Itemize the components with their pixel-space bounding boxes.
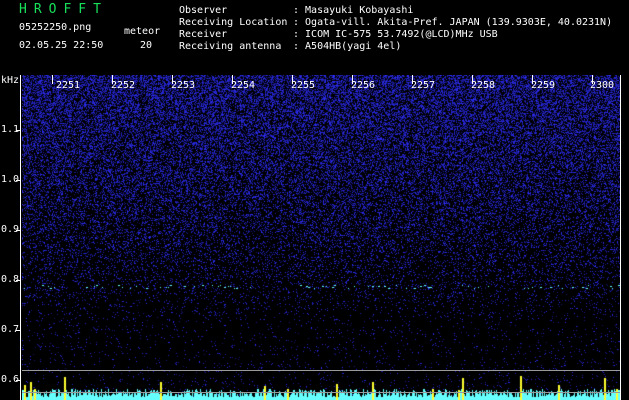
right-axis-line (620, 75, 621, 400)
y-major-tick (16, 330, 21, 331)
time-label-2256: 2256 (351, 80, 376, 91)
time-label-2258: 2258 (471, 80, 496, 91)
time-label-2257: 2257 (411, 80, 436, 91)
time-label-2253: 2253 (171, 80, 196, 91)
file-datetime: 02.05.25 22:50 (19, 40, 104, 51)
location-label: Receiving Location (179, 17, 288, 28)
time-tick (52, 75, 53, 84)
y-major-tick (16, 180, 21, 181)
receiver-label: Receiver (179, 29, 228, 40)
time-tick (592, 75, 593, 84)
observer-value: : Masayuki Kobayashi (293, 5, 414, 16)
y-axis-line (20, 75, 21, 400)
time-label-2251: 2251 (56, 80, 81, 91)
time-label-2300: 2300 (590, 80, 615, 91)
time-tick (472, 75, 473, 84)
level-reference-line (22, 392, 620, 393)
time-label-2259: 2259 (531, 80, 556, 91)
time-label-2252: 2252 (111, 80, 136, 91)
time-tick (292, 75, 293, 84)
hrofft-screen: HROFFT 05252250.png 02.05.25 22:50 meteo… (0, 0, 629, 400)
time-label-2254: 2254 (231, 80, 256, 91)
time-tick (112, 75, 113, 84)
y-major-tick (16, 230, 21, 231)
time-tick (232, 75, 233, 84)
y-major-tick (16, 280, 21, 281)
time-label-2255: 2255 (291, 80, 316, 91)
time-tick (172, 75, 173, 84)
y-major-tick (16, 380, 21, 381)
antenna-value: : A504HB(yagi 4el) (293, 41, 402, 52)
time-tick (352, 75, 353, 84)
level-reference-line (22, 370, 620, 371)
meteor-label: meteor (124, 26, 161, 37)
spectrogram-waterfall (22, 75, 620, 400)
time-tick (532, 75, 533, 84)
receiver-value: : ICOM IC-575 53.7492(@LCD)MHz USB (293, 29, 498, 40)
app-title: HROFFT (19, 2, 108, 17)
time-tick (412, 75, 413, 84)
observer-label: Observer (179, 5, 228, 16)
antenna-label: Receiving antenna (179, 41, 282, 52)
y-major-tick (16, 130, 21, 131)
frequency-unit-label: kHz (1, 75, 20, 86)
location-value: : Ogata-vill. Akita-Pref. JAPAN (139.930… (293, 17, 613, 28)
meteor-count: 20 (140, 40, 153, 51)
file-name: 05252250.png (19, 22, 92, 33)
